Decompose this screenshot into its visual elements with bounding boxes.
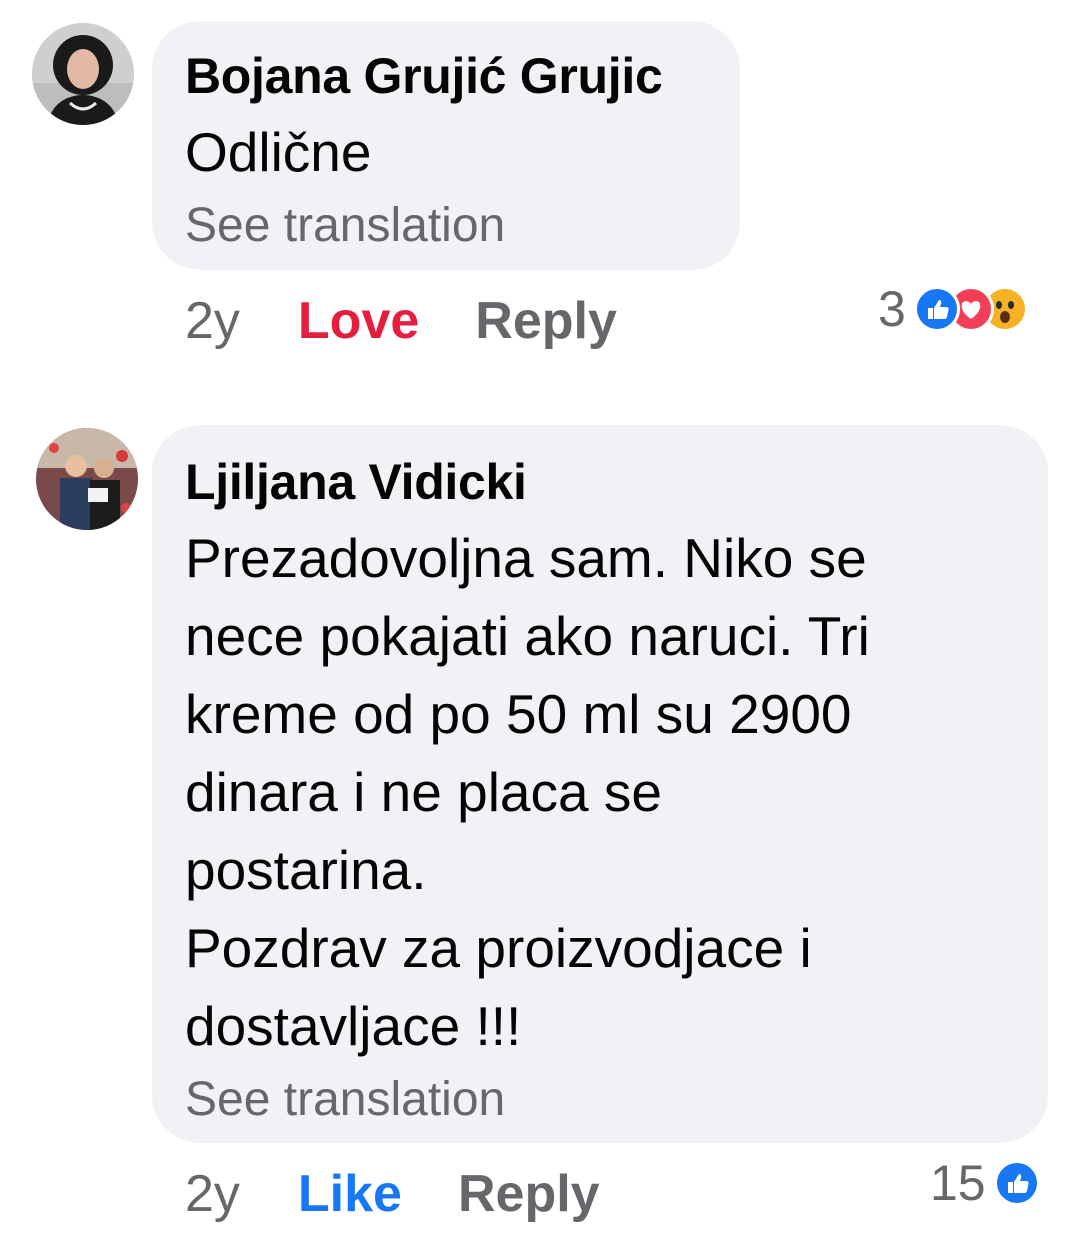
comment-author[interactable]: Ljiljana Vidicki <box>185 457 527 507</box>
comment-actions: 2y Love Reply <box>185 295 617 347</box>
comment-author[interactable]: Bojana Grujić Grujic <box>185 51 663 101</box>
avatar[interactable] <box>36 428 138 530</box>
see-translation-link[interactable]: See translation <box>185 202 505 250</box>
like-icon <box>913 286 960 332</box>
comment-text: Prezadovoljna sam. Niko se nece pokajati… <box>185 527 870 1057</box>
reply-button[interactable]: Reply <box>458 1168 600 1220</box>
reaction-summary[interactable]: 3 <box>878 284 1028 334</box>
avatar-photo-icon <box>32 23 134 125</box>
comment-time[interactable]: 2y <box>185 295 240 347</box>
avatar[interactable] <box>32 23 134 125</box>
comment-time[interactable]: 2y <box>185 1168 240 1220</box>
reaction-count: 3 <box>878 281 906 337</box>
love-button[interactable]: Love <box>298 295 419 347</box>
like-icon <box>993 1160 1040 1206</box>
comment-text: Odlične <box>185 121 372 183</box>
see-translation-link[interactable]: See translation <box>185 1076 505 1124</box>
avatar-photo-icon <box>36 428 138 530</box>
comment-bubble: Ljiljana Vidicki Prezadovoljna sam. Niko… <box>152 425 1048 1143</box>
comment-actions: 2y Like Reply <box>185 1168 600 1220</box>
reaction-summary[interactable]: 15 <box>930 1158 1040 1208</box>
like-button[interactable]: Like <box>298 1168 402 1220</box>
reaction-count: 15 <box>930 1155 986 1211</box>
reply-button[interactable]: Reply <box>475 295 617 347</box>
comment-bubble: Bojana Grujić Grujic Odlične See transla… <box>152 21 740 270</box>
